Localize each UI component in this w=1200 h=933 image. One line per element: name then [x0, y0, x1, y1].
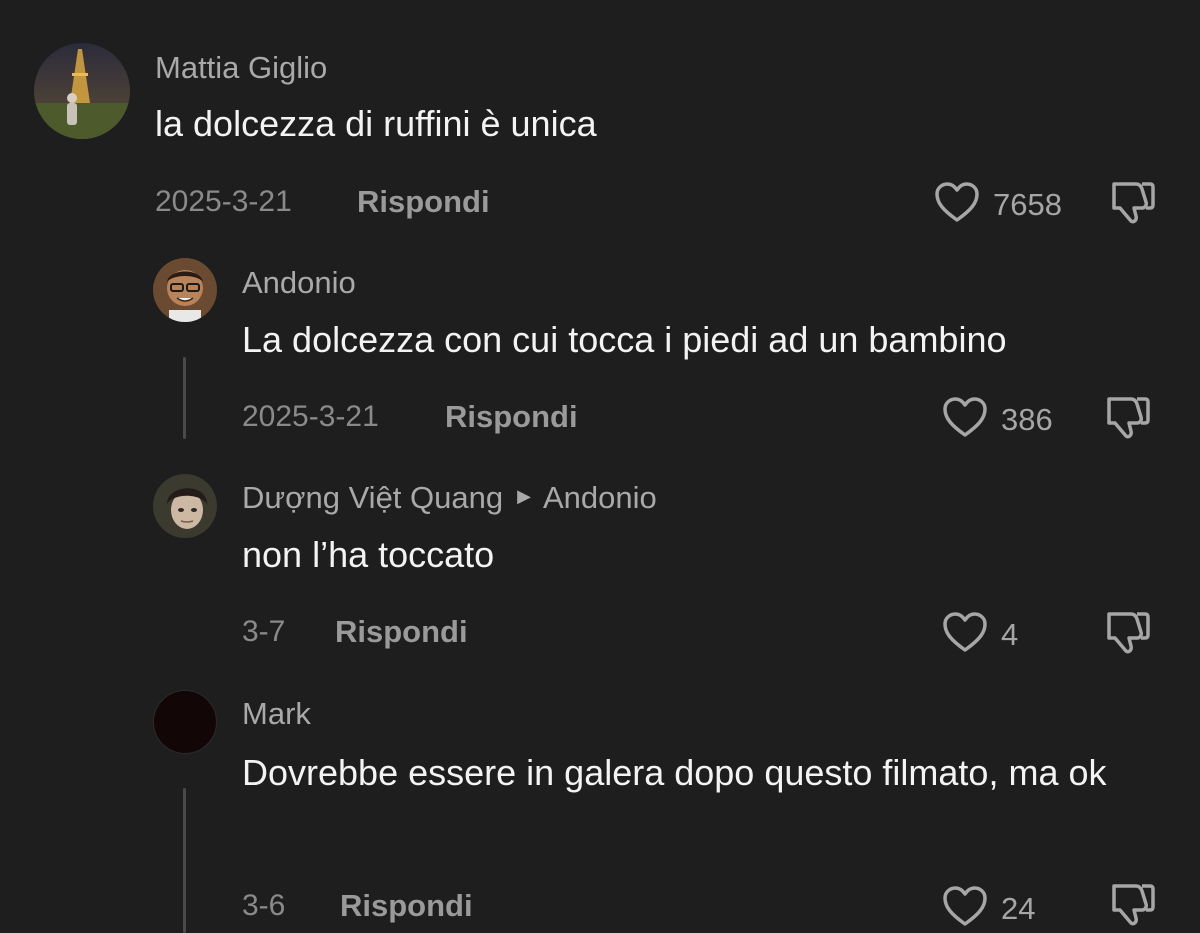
thumbs-down-outline-icon [1112, 182, 1155, 224]
comment-username-row: Dượng Việt Quang ▶ Andonio [242, 482, 657, 513]
comment-date: 3-6 [242, 889, 286, 922]
comment-text: La dolcezza con cui tocca i piedi ad un … [242, 319, 1007, 360]
reply-button[interactable]: Rispondi [340, 890, 473, 921]
comment-date: 3-7 [242, 615, 286, 648]
heart-outline-icon [933, 180, 981, 229]
avatar-mattia[interactable] [34, 43, 130, 139]
heart-outline-icon [941, 884, 989, 933]
like-button[interactable]: 4 [941, 610, 1018, 659]
thumbs-down-outline-icon [1107, 397, 1150, 439]
like-button[interactable]: 24 [941, 884, 1035, 933]
comment-date: 2025-3-21 [242, 400, 379, 433]
avatar-mark[interactable] [153, 690, 217, 754]
avatar-face-photo [153, 474, 217, 538]
thread-line [183, 788, 186, 933]
avatar-eiffel-photo [34, 43, 130, 139]
reply-to-username[interactable]: Andonio [543, 482, 657, 513]
reply-button[interactable]: Rispondi [445, 401, 578, 432]
like-count: 7658 [993, 187, 1062, 222]
heart-outline-icon [941, 610, 989, 659]
reply-button[interactable]: Rispondi [335, 616, 468, 647]
like-count: 386 [1001, 402, 1053, 437]
dislike-button[interactable] [1108, 178, 1158, 231]
comment-text: non l’ha toccato [242, 534, 495, 575]
like-count: 24 [1001, 891, 1036, 926]
thumbs-down-outline-icon [1112, 884, 1155, 926]
dislike-button[interactable] [1108, 880, 1158, 933]
comment-username[interactable]: Mark [242, 698, 311, 729]
comment-username[interactable]: Dượng Việt Quang [242, 482, 503, 513]
avatar-face-photo [153, 258, 217, 322]
like-button[interactable]: 386 [941, 395, 1053, 444]
thumbs-down-outline-icon [1107, 612, 1150, 654]
dislike-button[interactable] [1103, 393, 1153, 446]
like-button[interactable]: 7658 [933, 180, 1062, 229]
heart-outline-icon [941, 395, 989, 444]
avatar-duong-viet-quang[interactable] [153, 474, 217, 538]
comment-username[interactable]: Mattia Giglio [155, 52, 327, 83]
triangle-right-icon: ▶ [517, 485, 531, 506]
dislike-button[interactable] [1103, 608, 1153, 661]
comment-date: 2025-3-21 [155, 185, 292, 218]
comment-username[interactable]: Andonio [242, 267, 356, 298]
like-count: 4 [1001, 617, 1019, 652]
thread-line [183, 357, 186, 439]
avatar-andonio[interactable] [153, 258, 217, 322]
comment-text: Dovrebbe essere in galera dopo questo fi… [242, 752, 1107, 793]
reply-button[interactable]: Rispondi [357, 186, 490, 217]
comment-text: la dolcezza di ruffini è unica [155, 103, 597, 144]
